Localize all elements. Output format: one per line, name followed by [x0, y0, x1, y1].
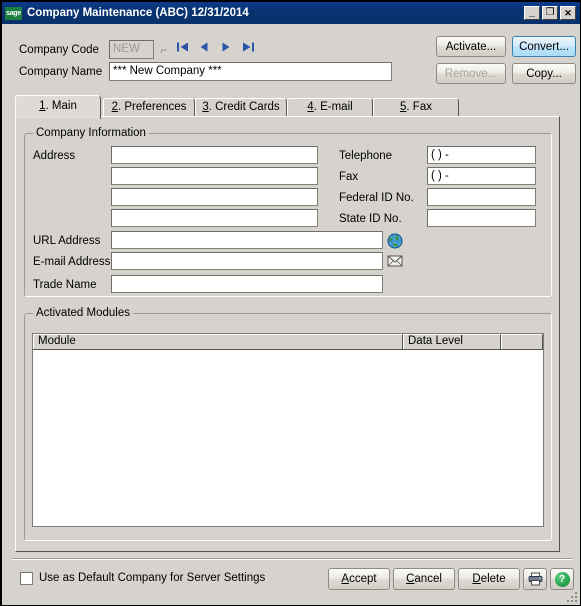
- last-record-icon: [243, 42, 254, 52]
- resize-grip[interactable]: [566, 591, 578, 603]
- url-address-label: URL Address: [33, 235, 101, 247]
- company-information-title: Company Information: [33, 127, 149, 139]
- copy-button[interactable]: Copy...: [512, 63, 576, 84]
- globe-icon[interactable]: [387, 233, 403, 252]
- copy-button-label: Copy...: [526, 67, 562, 80]
- grid-column-module[interactable]: Module: [33, 334, 403, 349]
- tab-strip: 1. Main 2. Preferences 3. Credit Cards 4…: [15, 95, 560, 119]
- tab-fax-label: . Fax: [406, 101, 432, 113]
- nav-last-icon[interactable]: [240, 40, 256, 58]
- grid-column-extra[interactable]: [501, 334, 543, 349]
- telephone-input[interactable]: ( ) -: [427, 146, 536, 164]
- address-line-1-input[interactable]: [111, 146, 318, 164]
- cancel-button[interactable]: Cancel: [393, 568, 455, 590]
- nav-next-icon[interactable]: [218, 40, 234, 58]
- sage-logo-icon: sage: [5, 6, 22, 20]
- telephone-label: Telephone: [339, 150, 393, 162]
- fax-input[interactable]: ( ) -: [427, 167, 536, 185]
- remove-button: Remove...: [436, 63, 506, 84]
- previous-record-icon: [200, 42, 208, 52]
- tab-email-label: . E-mail: [313, 101, 353, 113]
- tab-credit-cards-label: . Credit Cards: [208, 101, 280, 113]
- email-address-input[interactable]: [111, 252, 383, 270]
- help-button[interactable]: ?: [550, 568, 574, 590]
- address-line-3-input[interactable]: [111, 188, 318, 206]
- company-code-lookup-icon[interactable]: ⌐: [156, 41, 172, 59]
- grid-body-empty: [33, 350, 543, 526]
- print-button[interactable]: [523, 568, 547, 590]
- delete-button[interactable]: Delete: [458, 568, 520, 590]
- address-line-2-input[interactable]: [111, 167, 318, 185]
- company-code-input[interactable]: NEW: [109, 40, 154, 59]
- company-maintenance-window: sage Company Maintenance (ABC) 12/31/201…: [0, 0, 581, 606]
- fax-label: Fax: [339, 171, 359, 183]
- minimize-button[interactable]: _: [524, 6, 540, 20]
- accept-button-label: Accept: [341, 573, 377, 585]
- tab-credit-cards[interactable]: 3. Credit Cards: [195, 98, 287, 117]
- grid-column-data-level[interactable]: Data Level: [403, 334, 501, 349]
- url-address-input[interactable]: [111, 231, 383, 249]
- address-line-4-input[interactable]: [111, 209, 318, 227]
- maximize-button[interactable]: ❐: [542, 6, 558, 20]
- activate-button-label: Activate...: [445, 40, 497, 53]
- tab-preferences-label: . Preferences: [118, 101, 187, 113]
- company-name-label: Company Name: [19, 66, 103, 78]
- default-company-checkbox[interactable]: [20, 572, 33, 585]
- first-record-icon: [177, 42, 188, 52]
- window-title: Company Maintenance (ABC) 12/31/2014: [27, 7, 249, 19]
- window-controls: _ ❐ ✕: [524, 6, 576, 20]
- minimize-icon: _: [528, 6, 536, 18]
- federal-id-input[interactable]: [427, 188, 536, 206]
- title-bar[interactable]: sage Company Maintenance (ABC) 12/31/201…: [2, 2, 580, 24]
- activated-modules-grid[interactable]: Module Data Level: [32, 333, 544, 527]
- help-icon: ?: [554, 571, 570, 587]
- default-company-label: Use as Default Company for Server Settin…: [39, 572, 266, 584]
- federal-id-label: Federal ID No.: [339, 192, 414, 204]
- activate-button[interactable]: Activate...: [436, 36, 506, 57]
- activated-modules-title: Activated Modules: [33, 307, 133, 319]
- tab-main-label: . Main: [45, 100, 77, 112]
- tab-fax[interactable]: 5. Fax: [373, 98, 459, 117]
- printer-icon: [528, 572, 542, 586]
- nav-first-icon[interactable]: [175, 40, 191, 58]
- tab-preferences[interactable]: 2. Preferences: [103, 98, 195, 117]
- convert-button-label: Convert...: [519, 40, 569, 53]
- company-code-label: Company Code: [19, 44, 99, 56]
- close-button[interactable]: ✕: [560, 6, 576, 20]
- remove-button-label: Remove...: [444, 67, 498, 80]
- footer-divider: [12, 558, 573, 560]
- close-icon: ✕: [564, 8, 572, 18]
- trade-name-label: Trade Name: [33, 279, 97, 291]
- envelope-icon[interactable]: [387, 254, 403, 271]
- cancel-button-label: Cancel: [406, 573, 442, 585]
- state-id-label: State ID No.: [339, 213, 402, 225]
- tab-email[interactable]: 4. E-mail: [287, 98, 373, 117]
- envelope-icon-graphic: [387, 255, 403, 267]
- globe-icon-graphic: [387, 233, 403, 249]
- nav-previous-icon[interactable]: [196, 40, 212, 58]
- next-record-icon: [222, 42, 230, 52]
- convert-button[interactable]: Convert...: [512, 36, 576, 57]
- accept-button[interactable]: Accept: [328, 568, 390, 590]
- trade-name-input[interactable]: [111, 275, 383, 293]
- grid-header-row: Module Data Level: [33, 334, 543, 350]
- address-label: Address: [33, 150, 76, 162]
- state-id-input[interactable]: [427, 209, 536, 227]
- tab-main[interactable]: 1. Main: [15, 95, 101, 119]
- delete-button-label: Delete: [472, 573, 506, 585]
- email-address-label: E-mail Address: [33, 256, 111, 268]
- maximize-icon: ❐: [545, 7, 555, 18]
- company-name-input[interactable]: *** New Company ***: [109, 62, 392, 81]
